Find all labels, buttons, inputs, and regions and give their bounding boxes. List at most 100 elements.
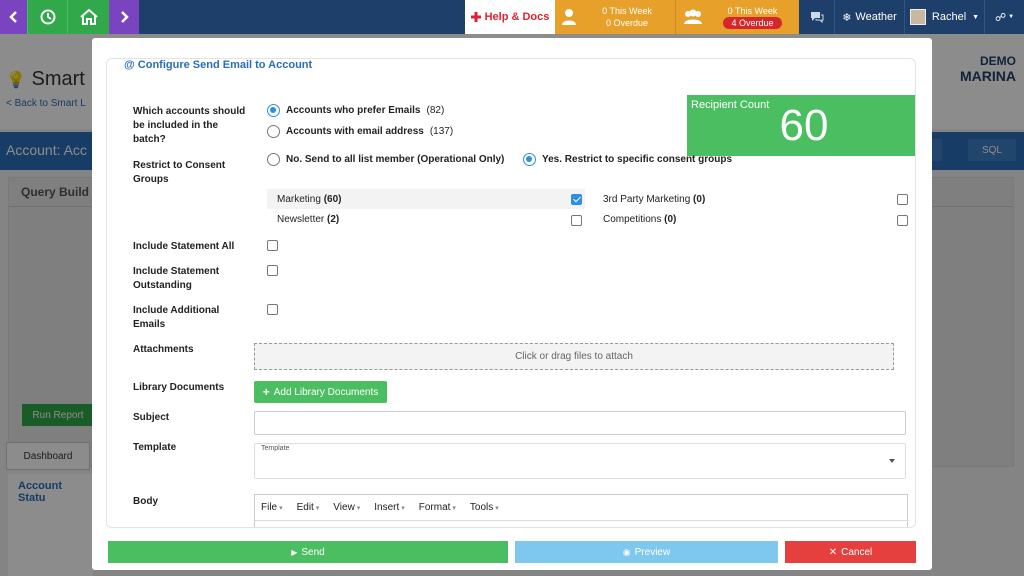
- consent-group-count: (0): [664, 214, 677, 225]
- send-button[interactable]: ▶ Send: [108, 541, 508, 563]
- editor-menu-insert[interactable]: Insert: [374, 502, 404, 513]
- consent-group-count: (0): [693, 194, 706, 205]
- radio-prefer-emails[interactable]: Accounts who prefer Emails (82): [267, 104, 444, 117]
- history-button[interactable]: [27, 0, 67, 34]
- user-icon: [562, 9, 576, 25]
- avatar: [909, 9, 926, 25]
- consent-label: Restrict to Consent Groups: [133, 160, 226, 185]
- modal-title: @ Configure Send Email to Account: [120, 59, 317, 71]
- consent-group-name: Newsletter: [277, 214, 325, 225]
- close-icon: ✕: [828, 546, 838, 558]
- radio-email-address[interactable]: Accounts with email address (137): [267, 125, 453, 138]
- subject-input[interactable]: [254, 411, 906, 435]
- radio-count: (82): [426, 105, 445, 116]
- editor-menu-file[interactable]: File: [261, 502, 283, 513]
- home-button[interactable]: [67, 0, 109, 34]
- help-docs-label: Help & Docs: [484, 11, 550, 23]
- body-label: Body: [133, 496, 158, 507]
- chevron-down-icon: [889, 459, 895, 463]
- tasks-overdue: 0 Overdue: [605, 18, 649, 28]
- radio-label: Yes. Restrict to specific consent groups: [542, 154, 733, 165]
- radio-dot[interactable]: [267, 104, 280, 117]
- library-documents-label: Library Documents: [133, 382, 225, 393]
- statement-outstanding-label: Include Statement Outstanding: [133, 266, 220, 291]
- consent-group-count: (60): [323, 194, 342, 205]
- config-fieldset: Which accounts should be included in the…: [106, 58, 916, 528]
- weather-label: Weather: [855, 11, 897, 23]
- user-menu[interactable]: Rachel ▼: [904, 0, 984, 34]
- radio-dot[interactable]: [523, 153, 536, 166]
- editor-toolbar: [255, 520, 909, 527]
- lifebuoy-icon: [470, 12, 481, 22]
- consent-group-name: Marketing: [277, 194, 321, 205]
- chevron-down-icon: ▼: [1008, 14, 1015, 20]
- team-this-week: 0 This Week: [727, 6, 778, 16]
- radio-label: No. Send to all list member (Operational…: [286, 154, 505, 165]
- checkbox-statement-outstanding[interactable]: [267, 265, 278, 276]
- consent-group-marketing: Marketing (60): [277, 194, 341, 205]
- history-icon: [40, 9, 55, 25]
- send-label: Send: [301, 546, 325, 558]
- add-library-label: Add Library Documents: [273, 386, 379, 398]
- add-library-documents-button[interactable]: + Add Library Documents: [254, 381, 387, 403]
- at-icon: @: [124, 59, 135, 71]
- checkbox-competitions[interactable]: [897, 215, 908, 226]
- statement-all-label: Include Statement All: [133, 241, 235, 252]
- preview-label: Preview: [634, 546, 671, 558]
- team-tasks-stat[interactable]: 0 This Week 4 Overdue: [675, 0, 799, 34]
- users-icon: [684, 9, 702, 24]
- consent-group-newsletter: Newsletter (2): [277, 214, 339, 225]
- editor-menubar: File Edit View Insert Format Tools: [255, 495, 907, 520]
- batch-label: Which accounts should be included in the…: [133, 106, 246, 145]
- cancel-button[interactable]: ✕ Cancel: [785, 541, 916, 563]
- template-select[interactable]: Template: [254, 443, 906, 479]
- editor-menu-format[interactable]: Format: [419, 502, 456, 513]
- chevron-right-icon: [121, 11, 129, 23]
- link-icon: ☍: [994, 11, 1007, 24]
- radio-label: Accounts with email address: [286, 126, 424, 137]
- chevron-left-icon: [8, 11, 17, 23]
- help-docs-button[interactable]: Help & Docs: [465, 0, 555, 34]
- radio-dot[interactable]: [267, 125, 280, 138]
- chat-icon: [810, 12, 823, 23]
- modal-title-text: Configure Send Email to Account: [137, 59, 313, 71]
- checkbox-statement-all[interactable]: [267, 240, 278, 251]
- settings-menu[interactable]: ☍ ▼: [984, 0, 1024, 34]
- top-bar: Help & Docs 0 This Week 0 Overdue 0 This…: [0, 0, 1024, 34]
- body-editor[interactable]: File Edit View Insert Format Tools: [254, 494, 909, 527]
- consent-group-competitions: Competitions (0): [603, 214, 676, 225]
- editor-menu-view[interactable]: View: [333, 502, 360, 513]
- consent-group-count: (2): [327, 214, 340, 225]
- attachment-dropzone[interactable]: Click or drag files to attach: [254, 343, 894, 370]
- plus-icon: +: [262, 385, 270, 399]
- preview-button[interactable]: ◉ Preview: [515, 541, 778, 563]
- weather-button[interactable]: ❄ Weather: [834, 0, 904, 34]
- checkbox-additional-emails[interactable]: [267, 304, 278, 315]
- tasks-this-week: 0 This Week: [602, 6, 652, 16]
- chat-button[interactable]: [799, 0, 834, 34]
- template-placeholder: Template: [261, 445, 290, 452]
- radio-dot[interactable]: [267, 153, 280, 166]
- checkbox-3rd-party-marketing[interactable]: [897, 194, 908, 205]
- radio-consent-no[interactable]: No. Send to all list member (Operational…: [267, 153, 504, 166]
- forward-button[interactable]: [109, 0, 139, 34]
- back-button[interactable]: [0, 0, 27, 34]
- recipient-count-card: Recipient Count 60: [687, 95, 915, 156]
- radio-label: Accounts who prefer Emails: [286, 105, 421, 116]
- radio-consent-yes[interactable]: Yes. Restrict to specific consent groups: [523, 153, 732, 166]
- checkbox-newsletter[interactable]: [571, 215, 582, 226]
- radio-count: (137): [429, 126, 454, 137]
- send-email-modal: Which accounts should be included in the…: [92, 38, 932, 570]
- checkbox-marketing[interactable]: [571, 194, 582, 205]
- play-icon: ▶: [291, 547, 298, 557]
- tasks-stat[interactable]: 0 This Week 0 Overdue: [555, 0, 675, 34]
- home-icon: [79, 9, 98, 25]
- editor-menu-tools[interactable]: Tools: [470, 502, 499, 513]
- attachments-label: Attachments: [133, 344, 194, 355]
- user-name: Rachel: [931, 11, 967, 23]
- team-overdue-badge: 4 Overdue: [723, 17, 782, 29]
- subject-label: Subject: [133, 412, 170, 423]
- template-label: Template: [133, 442, 177, 453]
- editor-menu-edit[interactable]: Edit: [297, 502, 320, 513]
